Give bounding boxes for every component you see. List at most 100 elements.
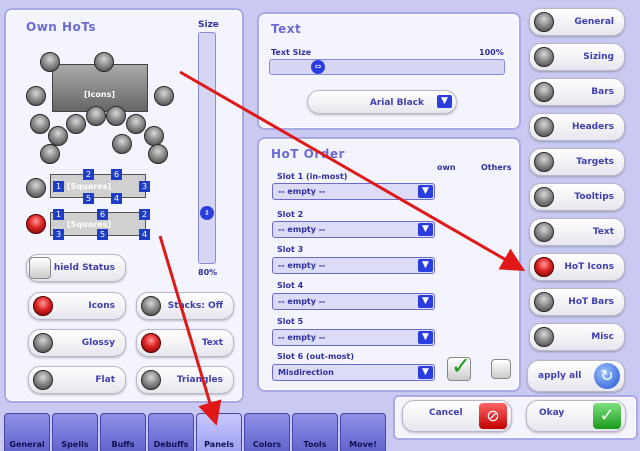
slot-1-select[interactable]: -- empty -- ▼ xyxy=(272,183,435,200)
tab-move[interactable]: Move! xyxy=(340,413,386,451)
slot-2-select[interactable]: -- empty -- ▼ xyxy=(272,221,435,238)
square-num: 5 xyxy=(83,193,94,204)
category-tooltips[interactable]: Tooltips xyxy=(529,183,625,211)
shield-checkbox[interactable] xyxy=(29,257,51,279)
square-num: 2 xyxy=(139,209,150,220)
tab-label: Move! xyxy=(349,440,377,449)
tab-label: Tools xyxy=(303,440,327,449)
square-num: 4 xyxy=(111,193,122,204)
slot-3-select[interactable]: -- empty -- ▼ xyxy=(272,257,435,274)
text-size-value: 100% xyxy=(479,48,504,57)
category-label: HoT Bars xyxy=(568,297,614,307)
toggle-icons-orb xyxy=(33,296,53,316)
toggle-icons-button[interactable]: Icons xyxy=(28,292,126,320)
category-orb xyxy=(534,292,554,312)
preview-orb xyxy=(66,114,86,134)
category-label: Sizing xyxy=(583,52,614,62)
preview-orb xyxy=(144,126,164,146)
tab-spells[interactable]: Spells xyxy=(52,413,98,451)
cancel-label: Cancel xyxy=(429,408,463,418)
category-targets[interactable]: Targets xyxy=(529,148,625,176)
size-slider-thumb[interactable]: ⇕ xyxy=(200,206,214,220)
apply-all-button[interactable]: apply all ↻ xyxy=(527,360,625,392)
tab-tools[interactable]: Tools xyxy=(292,413,338,451)
tab-general[interactable]: General xyxy=(4,413,50,451)
category-misc[interactable]: Misc xyxy=(529,323,625,351)
category-headers[interactable]: Headers xyxy=(529,113,625,141)
square-num: 3 xyxy=(53,229,64,240)
category-orb xyxy=(534,117,554,137)
chevron-down-icon[interactable]: ▼ xyxy=(418,366,433,379)
slot-4-select[interactable]: -- empty -- ▼ xyxy=(272,293,435,310)
square-num: 1 xyxy=(53,181,64,192)
squares-label: [Squares] xyxy=(67,182,112,191)
cancel-button[interactable]: Cancel ⊘ xyxy=(402,400,512,432)
own-checkbox[interactable]: ✓ xyxy=(447,352,471,381)
cancel-icon: ⊘ xyxy=(479,403,507,429)
chevron-down-icon[interactable]: ▼ xyxy=(418,185,433,198)
tab-panels[interactable]: Panels xyxy=(196,413,242,451)
category-label: Tooltips xyxy=(574,192,614,202)
toggle-flat-button[interactable]: Flat xyxy=(28,366,126,394)
slot-6-select[interactable]: Misdirection ▼ xyxy=(272,364,435,381)
preview-orb xyxy=(30,114,50,134)
own-hots-title: Own HoTs xyxy=(26,20,97,34)
squares-toggle-1[interactable] xyxy=(26,178,46,198)
slot-label: Slot 6 (out-most) xyxy=(277,352,355,361)
category-orb xyxy=(534,222,554,242)
preview-orb xyxy=(106,106,126,126)
text-panel-title: Text xyxy=(271,22,302,36)
category-hot-icons[interactable]: HoT Icons xyxy=(529,253,625,281)
tab-label: General xyxy=(9,440,45,449)
others-checkbox[interactable] xyxy=(491,359,511,379)
chevron-down-icon[interactable]: ▼ xyxy=(437,95,452,108)
preview-orb xyxy=(112,134,132,154)
preview-orb xyxy=(148,144,168,164)
chevron-down-icon[interactable]: ▼ xyxy=(418,331,433,344)
tab-debuffs[interactable]: Debuffs xyxy=(148,413,194,451)
category-general[interactable]: General xyxy=(529,8,625,36)
tab-label: Colors xyxy=(252,440,282,449)
category-hot-bars[interactable]: HoT Bars xyxy=(529,288,625,316)
text-size-slider[interactable] xyxy=(269,59,505,75)
chevron-down-icon[interactable]: ▼ xyxy=(418,223,433,236)
toggle-text-orb xyxy=(141,333,161,353)
size-slider-track[interactable] xyxy=(198,32,216,264)
slot-5-select[interactable]: -- empty -- ▼ xyxy=(272,329,435,346)
okay-icon: ✓ xyxy=(593,403,621,429)
slot-2-value: -- empty -- xyxy=(278,225,326,234)
font-select[interactable]: Arial Black ▼ xyxy=(307,90,457,114)
chevron-down-icon[interactable]: ▼ xyxy=(418,259,433,272)
toggle-glossy-button[interactable]: Glossy xyxy=(28,329,126,357)
category-text[interactable]: Text xyxy=(529,218,625,246)
size-value: 80% xyxy=(198,268,218,277)
slot-6-value: Misdirection xyxy=(278,368,334,377)
chevron-down-icon[interactable]: ▼ xyxy=(418,295,433,308)
square-num: 1 xyxy=(53,209,64,220)
squares-toggle-2[interactable] xyxy=(26,214,46,234)
category-bars[interactable]: Bars xyxy=(529,78,625,106)
text-size-thumb[interactable]: ⇔ xyxy=(311,60,325,74)
tab-label: Buffs xyxy=(111,440,135,449)
toggle-text-button[interactable]: Text xyxy=(136,329,234,357)
checkmark-icon: ✓ xyxy=(451,352,472,380)
tab-colors[interactable]: Colors xyxy=(244,413,290,451)
toggle-stacks-button[interactable]: Stacks: Off xyxy=(136,292,234,320)
square-num: 4 xyxy=(139,229,150,240)
toggle-glossy-orb xyxy=(33,333,53,353)
square-num: 6 xyxy=(111,169,122,180)
slot-label: Slot 1 (in-most) xyxy=(277,172,348,181)
okay-button[interactable]: Okay ✓ xyxy=(526,400,626,432)
toggle-triangles-button[interactable]: Triangles xyxy=(136,366,234,394)
preview-orb xyxy=(154,86,174,106)
category-orb xyxy=(534,187,554,207)
category-orb xyxy=(534,82,554,102)
shield-status-button[interactable]: hield Status xyxy=(26,254,126,282)
category-sizing[interactable]: Sizing xyxy=(529,43,625,71)
squares-preview-2: 1 6 2 3 5 4 [Squares] xyxy=(50,209,150,240)
tab-buffs[interactable]: Buffs xyxy=(100,413,146,451)
category-orb xyxy=(534,152,554,172)
preview-orb xyxy=(26,86,46,106)
toggle-glossy-label: Glossy xyxy=(81,338,115,348)
square-num: 2 xyxy=(83,169,94,180)
